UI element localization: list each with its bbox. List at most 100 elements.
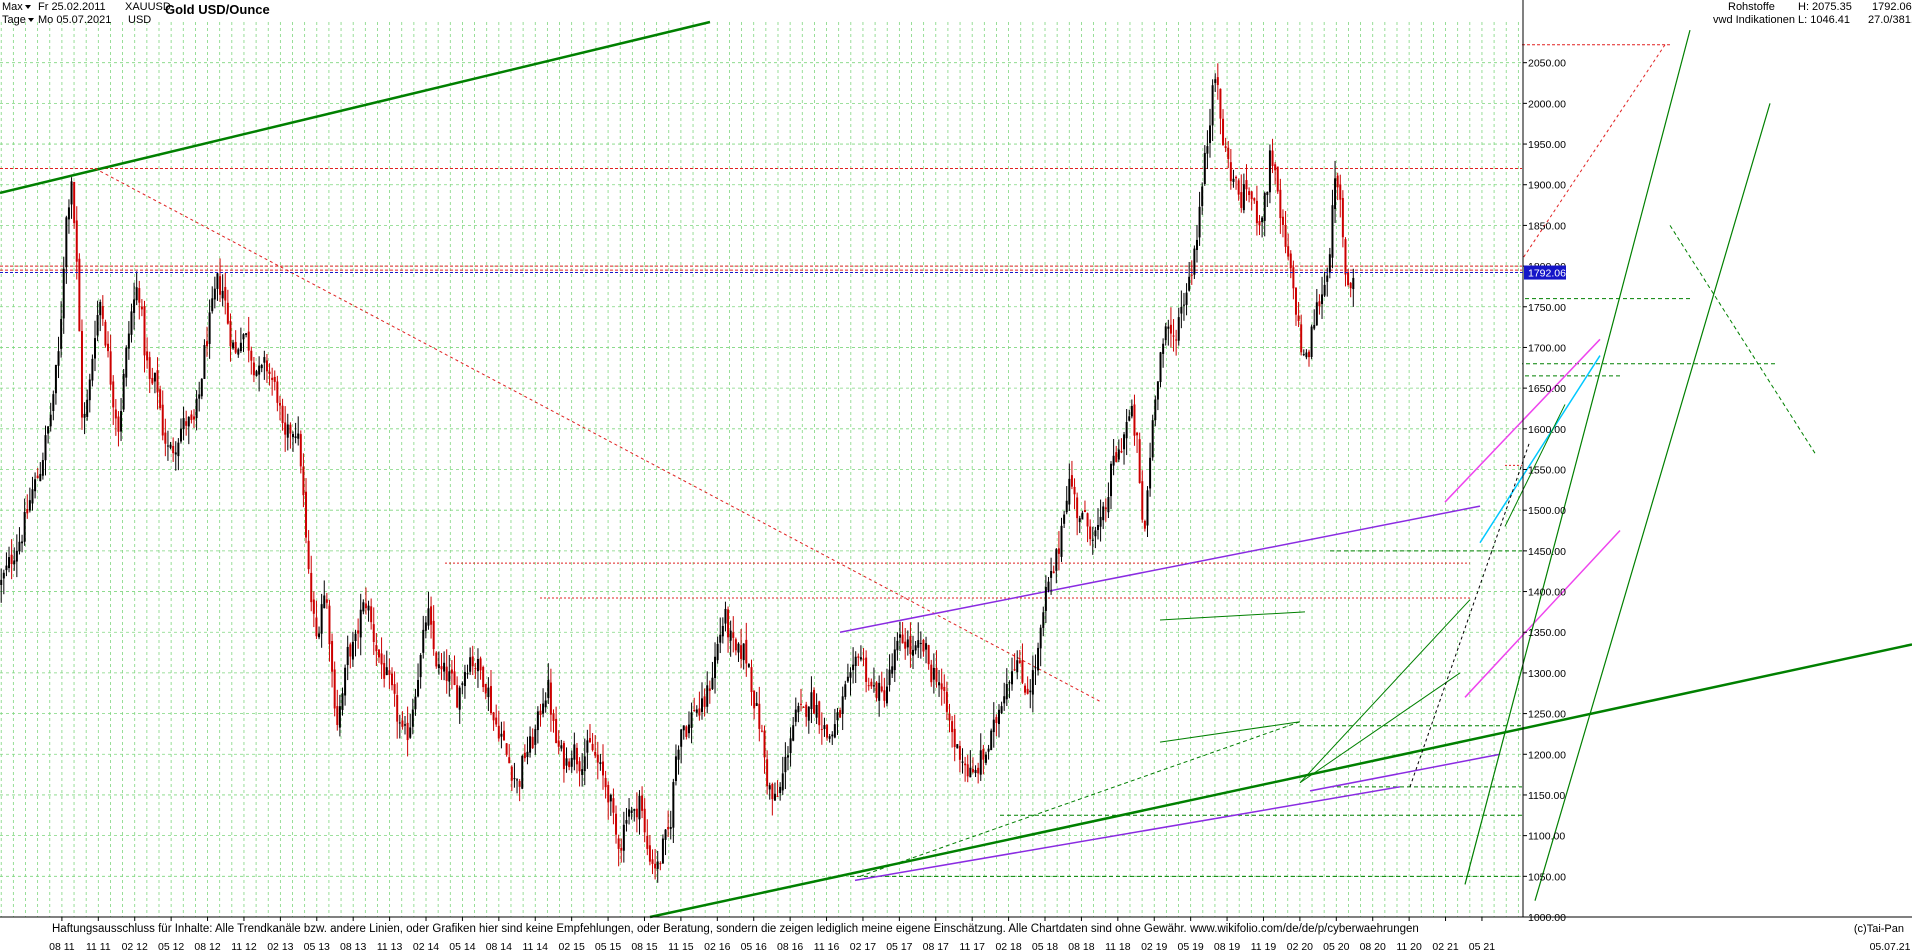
candle-body — [1310, 326, 1313, 357]
candle-body — [224, 286, 227, 301]
candle-body — [1042, 612, 1045, 628]
candle-body — [1164, 326, 1167, 341]
candle-body — [859, 657, 862, 660]
candle-body — [302, 466, 305, 496]
candle-body — [1039, 627, 1042, 649]
candle-body — [1055, 549, 1058, 571]
candle-body — [1227, 147, 1230, 160]
range-selector[interactable]: Max — [2, 1, 31, 14]
candle-body — [888, 669, 891, 686]
candle-body — [278, 402, 281, 406]
candle-body — [635, 808, 638, 818]
candle-body — [432, 620, 435, 650]
candle-body — [245, 333, 248, 335]
candle-body — [917, 640, 920, 648]
candle-body — [0, 579, 3, 585]
candle-body — [500, 733, 503, 737]
candle-body — [602, 761, 605, 776]
y-tick-label: 2050.00 — [1528, 58, 1566, 70]
candle-body — [1222, 118, 1225, 146]
candle-body — [867, 685, 870, 687]
y-tick-label: 1300.00 — [1528, 668, 1566, 680]
candle-body — [891, 666, 894, 674]
candle-body — [13, 560, 16, 565]
candle-body — [1073, 486, 1076, 495]
x-tick-label: 05 12 — [158, 941, 184, 952]
candle-body — [568, 761, 571, 768]
candle-body — [685, 726, 688, 737]
candle-body — [951, 721, 954, 733]
y-tick-label: 1850.00 — [1528, 220, 1566, 232]
candle-body — [70, 181, 73, 205]
candle-body — [430, 606, 433, 625]
candle-body — [1123, 434, 1126, 450]
x-tick-label: 11 17 — [959, 941, 985, 952]
candle-body — [656, 861, 659, 869]
candle-body — [870, 681, 873, 687]
candle-body — [456, 685, 459, 708]
x-last-date: 05.07.21 — [1870, 941, 1911, 952]
candle-body — [969, 767, 972, 778]
candle-body — [1206, 146, 1209, 154]
candle-body — [745, 639, 748, 664]
candle-body — [1219, 88, 1222, 119]
candle-body — [1078, 518, 1081, 523]
candle-body — [135, 287, 138, 301]
candle-body — [620, 847, 623, 851]
candle-body — [1326, 275, 1329, 282]
candle-body — [852, 664, 855, 671]
candle-body — [1268, 150, 1271, 193]
candle-body — [661, 838, 664, 864]
candle-body — [1167, 326, 1170, 329]
candle-body — [424, 622, 427, 631]
disclaimer-text: Haftungsausschluss für Inhalte: Alle Tre… — [50, 923, 1421, 935]
candle-body — [1037, 647, 1040, 671]
candle-body — [1136, 432, 1139, 436]
period-selector[interactable]: Tage — [2, 14, 34, 27]
candle-body — [380, 653, 383, 665]
candle-body — [273, 376, 276, 382]
candle-body — [1235, 176, 1238, 179]
candle-body — [1076, 497, 1079, 519]
candle-body — [643, 808, 646, 833]
y-tick-label: 1450.00 — [1528, 546, 1566, 558]
candle-body — [185, 421, 188, 426]
x-tick-label: 11 11 — [86, 941, 111, 952]
candle-body — [555, 718, 558, 744]
x-tick-label: 05 20 — [1323, 941, 1349, 952]
candle-body — [65, 217, 68, 268]
candle-body — [1323, 284, 1326, 296]
candle-body — [411, 709, 414, 727]
candle-body — [786, 755, 789, 758]
candle-body — [307, 540, 310, 570]
candle-body — [919, 642, 922, 644]
candle-body — [901, 634, 904, 644]
candle-body — [586, 740, 589, 753]
candle-body — [531, 736, 534, 749]
candle-body — [474, 668, 477, 670]
candle-body — [93, 338, 96, 359]
candle-body — [693, 709, 696, 711]
candle-body — [1347, 272, 1350, 286]
candle-body — [625, 820, 628, 824]
candle-body — [44, 435, 47, 461]
x-tick-label: 08 15 — [631, 941, 657, 952]
y-tick-label: 1650.00 — [1528, 383, 1566, 395]
x-tick-label: 05 13 — [304, 941, 330, 952]
candle-body — [953, 728, 956, 747]
x-tick-label: 02 19 — [1141, 941, 1167, 952]
candle-body — [461, 683, 464, 685]
candle-body — [997, 709, 1000, 725]
candle-body — [36, 475, 39, 479]
candle-body — [404, 724, 407, 726]
candle-body — [885, 686, 888, 704]
candle-body — [107, 343, 110, 352]
candle-body — [607, 785, 610, 803]
candle-body — [417, 679, 420, 697]
candle-body — [258, 365, 261, 375]
y-tick-label: 1550.00 — [1528, 465, 1566, 477]
candle-body — [1281, 216, 1284, 225]
candle-body — [802, 706, 805, 708]
candle-body — [1237, 180, 1240, 195]
x-tick-label: 05 18 — [1032, 941, 1058, 952]
